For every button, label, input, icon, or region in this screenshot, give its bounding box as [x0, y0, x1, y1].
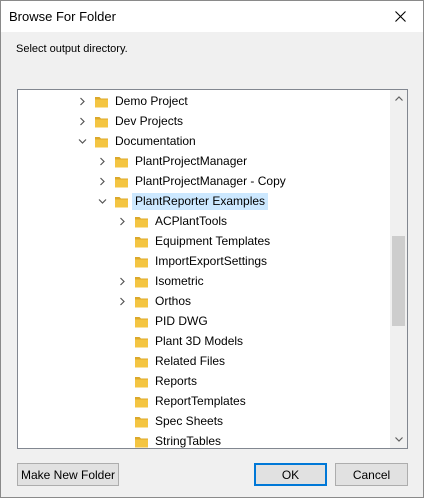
scroll-up-button[interactable]	[390, 90, 407, 107]
chevron-right-icon[interactable]	[116, 275, 128, 287]
tree-item-label: ReportTemplates	[155, 394, 246, 408]
tree-item[interactable]: ACPlantTools	[18, 211, 391, 231]
close-icon	[394, 11, 406, 22]
folder-icon	[134, 374, 149, 389]
tree-item[interactable]: Equipment Templates	[18, 231, 391, 251]
folder-icon	[134, 254, 149, 269]
tree-item[interactable]: PID DWG	[18, 311, 391, 331]
tree-item-label: Dev Projects	[115, 114, 184, 128]
vertical-scrollbar[interactable]	[390, 90, 407, 448]
folder-icon	[114, 194, 129, 209]
tree-item[interactable]: Related Files	[18, 351, 391, 371]
tree-item-label: PlantProjectManager	[135, 154, 248, 168]
folder-icon	[134, 394, 149, 409]
tree-item-label: Plant 3D Models	[155, 334, 244, 348]
browse-for-folder-dialog: Browse For Folder Select output director…	[0, 0, 424, 498]
tree-item[interactable]: PlantProjectManager - Copy	[18, 171, 391, 191]
folder-icon	[134, 214, 149, 229]
folder-icon	[134, 234, 149, 249]
folder-icon	[94, 114, 109, 129]
tree-item[interactable]: Demo Project	[18, 91, 391, 111]
folder-icon	[134, 414, 149, 429]
tree-item[interactable]: Documentation	[18, 131, 391, 151]
instruction-text: Select output directory.	[16, 43, 128, 55]
chevron-right-icon[interactable]	[116, 215, 128, 227]
tree-item-label: Demo Project	[115, 94, 188, 108]
chevron-right-icon[interactable]	[116, 295, 128, 307]
dialog-title: Browse For Folder	[9, 9, 116, 24]
chevron-right-icon[interactable]	[76, 95, 88, 107]
ok-button[interactable]: OK	[254, 463, 327, 486]
tree-item[interactable]: Dev Projects	[18, 111, 391, 131]
scroll-thumb[interactable]	[392, 235, 405, 326]
tree-item[interactable]: ReportTemplates	[18, 391, 391, 411]
folder-icon	[114, 154, 129, 169]
tree-item-label: Reports	[155, 374, 198, 388]
chevron-down-icon[interactable]	[76, 135, 88, 147]
tree-item-label: ImportExportSettings	[155, 254, 268, 268]
tree-item-label: Documentation	[115, 134, 196, 148]
chevron-right-icon[interactable]	[96, 155, 108, 167]
folder-icon	[134, 294, 149, 309]
make-new-folder-button[interactable]: Make New Folder	[17, 463, 119, 486]
folder-icon	[114, 174, 129, 189]
close-button[interactable]	[377, 1, 423, 32]
folder-icon	[94, 134, 109, 149]
tree-item-label: PlantReporter Examples	[132, 193, 269, 210]
chevron-right-icon[interactable]	[76, 115, 88, 127]
folder-icon	[134, 434, 149, 448]
folder-icon	[134, 334, 149, 349]
tree-item-label: Spec Sheets	[155, 414, 224, 428]
tree-item-label: PID DWG	[155, 314, 208, 328]
tree-item[interactable]: PlantProjectManager	[18, 151, 391, 171]
scroll-down-button[interactable]	[390, 431, 407, 448]
tree-item-label: ACPlantTools	[155, 214, 228, 228]
folder-tree[interactable]: Demo Project Dev Projects Documentation Pla…	[17, 89, 408, 449]
chevron-up-icon	[394, 96, 403, 101]
chevron-down-icon[interactable]	[96, 195, 108, 207]
tree-item[interactable]: StringTables	[18, 431, 391, 448]
tree-item[interactable]: ImportExportSettings	[18, 251, 391, 271]
folder-icon	[134, 314, 149, 329]
tree-item[interactable]: Spec Sheets	[18, 411, 391, 431]
tree-item-label: Orthos	[155, 294, 192, 308]
tree-item[interactable]: PlantReporter Examples	[18, 191, 391, 211]
title-bar: Browse For Folder	[1, 1, 423, 32]
chevron-down-icon	[394, 437, 403, 442]
tree-item-label: Isometric	[155, 274, 204, 288]
tree-item[interactable]: Orthos	[18, 291, 391, 311]
tree-item-label: StringTables	[155, 434, 222, 448]
tree-item-label: Equipment Templates	[155, 234, 271, 248]
chevron-right-icon[interactable]	[96, 175, 108, 187]
tree-item[interactable]: Reports	[18, 371, 391, 391]
tree-item[interactable]: Plant 3D Models	[18, 331, 391, 351]
folder-icon	[94, 94, 109, 109]
tree-item-label: PlantProjectManager - Copy	[135, 174, 286, 188]
tree-item[interactable]: Isometric	[18, 271, 391, 291]
folder-icon	[134, 354, 149, 369]
folder-icon	[134, 274, 149, 289]
tree-item-label: Related Files	[155, 354, 226, 368]
cancel-button[interactable]: Cancel	[335, 463, 408, 486]
